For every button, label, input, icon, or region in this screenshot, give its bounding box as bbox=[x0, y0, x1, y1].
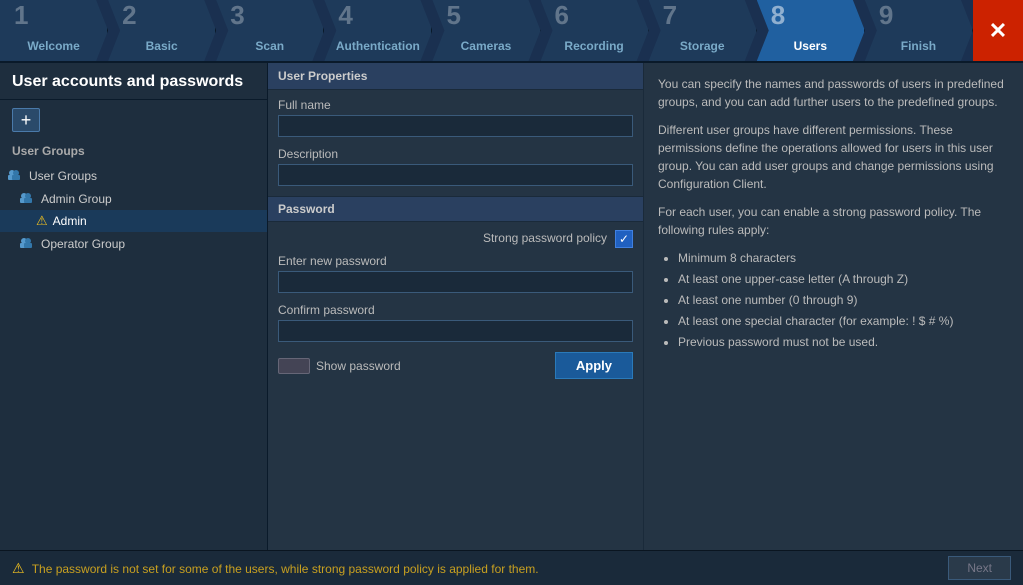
help-para2: Different user groups have different per… bbox=[658, 121, 1009, 193]
warning-icon: ⚠ bbox=[36, 213, 48, 229]
user-groups-label: User Groups bbox=[0, 140, 267, 162]
password-section-header: Password bbox=[268, 196, 643, 222]
step-welcome[interactable]: 1 Welcome bbox=[0, 0, 108, 61]
page-title: User accounts and passwords bbox=[0, 63, 267, 100]
step-number-6: 6 bbox=[555, 2, 569, 28]
step-number-4: 4 bbox=[338, 2, 352, 28]
confirm-password-label: Confirm password bbox=[278, 303, 633, 317]
help-rule-4: At least one special character (for exam… bbox=[678, 312, 1009, 330]
right-panel: You can specify the names and passwords … bbox=[643, 63, 1023, 550]
step-label-users: Users bbox=[794, 39, 827, 53]
help-para3: For each user, you can enable a strong p… bbox=[658, 203, 1009, 239]
step-users[interactable]: 8 Users bbox=[757, 0, 865, 61]
step-number-7: 7 bbox=[663, 2, 677, 28]
step-basic[interactable]: 2 Basic bbox=[108, 0, 216, 61]
user-properties-header: User Properties bbox=[268, 63, 643, 90]
tree-item-user-groups-root[interactable]: User Groups bbox=[0, 164, 267, 187]
enter-password-label: Enter new password bbox=[278, 254, 633, 268]
step-label-cameras: Cameras bbox=[461, 39, 512, 53]
step-number-3: 3 bbox=[230, 2, 244, 28]
step-label-recording: Recording bbox=[564, 39, 623, 53]
description-input[interactable] bbox=[278, 164, 633, 186]
bottom-bar: ⚠ The password is not set for some of th… bbox=[0, 550, 1023, 585]
show-password-row: Show password Apply bbox=[278, 352, 633, 379]
fullname-input[interactable] bbox=[278, 115, 633, 137]
step-finish[interactable]: 9 Finish bbox=[865, 0, 973, 61]
tree-item-admin-user[interactable]: ⚠ Admin bbox=[0, 210, 267, 232]
step-number-2: 2 bbox=[122, 2, 136, 28]
confirm-password-input[interactable] bbox=[278, 320, 633, 342]
apply-button[interactable]: Apply bbox=[555, 352, 633, 379]
enter-password-group: Enter new password bbox=[278, 254, 633, 293]
step-number-8: 8 bbox=[771, 2, 785, 28]
step-number-5: 5 bbox=[446, 2, 460, 28]
main-content: User accounts and passwords + User Group… bbox=[0, 63, 1023, 585]
help-rules-list: Minimum 8 characters At least one upper-… bbox=[658, 249, 1009, 351]
help-rule-3: At least one number (0 through 9) bbox=[678, 291, 1009, 309]
group-icon bbox=[8, 167, 24, 184]
add-user-button[interactable]: + bbox=[12, 108, 40, 132]
step-number-1: 1 bbox=[14, 2, 28, 28]
show-password-toggle[interactable] bbox=[278, 358, 310, 374]
step-recording[interactable]: 6 Recording bbox=[541, 0, 649, 61]
enter-password-input[interactable] bbox=[278, 271, 633, 293]
step-label-scan: Scan bbox=[255, 39, 284, 53]
step-authentication[interactable]: 4 Authentication bbox=[324, 0, 432, 61]
close-button[interactable]: ✕ bbox=[973, 0, 1023, 61]
strong-policy-label: Strong password policy bbox=[483, 231, 607, 245]
content-area: User accounts and passwords + User Group… bbox=[0, 63, 1023, 550]
group-icon bbox=[20, 190, 36, 207]
step-cameras[interactable]: 5 Cameras bbox=[432, 0, 540, 61]
tree-item-label: Admin bbox=[53, 214, 87, 228]
step-number-9: 9 bbox=[879, 2, 893, 28]
fullname-group: Full name bbox=[278, 98, 633, 137]
tree-item-operator-group[interactable]: Operator Group bbox=[0, 232, 267, 255]
props-body: Full name Description Password Strong pa… bbox=[268, 90, 643, 550]
step-scan[interactable]: 3 Scan bbox=[216, 0, 324, 61]
top-navigation: 1 Welcome 2 Basic 3 Scan 4 Authenticatio… bbox=[0, 0, 1023, 63]
tree-item-label: User Groups bbox=[29, 169, 97, 183]
user-tree: User Groups Admin Group bbox=[0, 162, 267, 550]
tree-item-label: Admin Group bbox=[41, 192, 112, 206]
warning-message: ⚠ The password is not set for some of th… bbox=[12, 560, 539, 577]
step-label-authentication: Authentication bbox=[336, 39, 420, 53]
warning-icon: ⚠ bbox=[12, 560, 25, 576]
step-label-storage: Storage bbox=[680, 39, 725, 53]
step-label-basic: Basic bbox=[146, 39, 178, 53]
step-label-welcome: Welcome bbox=[27, 39, 79, 53]
step-storage[interactable]: 7 Storage bbox=[649, 0, 757, 61]
description-label: Description bbox=[278, 147, 633, 161]
tree-item-admin-group[interactable]: Admin Group bbox=[0, 187, 267, 210]
help-rule-1: Minimum 8 characters bbox=[678, 249, 1009, 267]
help-rule-2: At least one upper-case letter (A throug… bbox=[678, 270, 1009, 288]
description-group: Description bbox=[278, 147, 633, 186]
left-panel: User accounts and passwords + User Group… bbox=[0, 63, 268, 550]
middle-panel: User Properties Full name Description Pa… bbox=[268, 63, 643, 550]
group-icon bbox=[20, 235, 36, 252]
strong-policy-checkbox[interactable]: ✓ bbox=[615, 230, 633, 248]
fullname-label: Full name bbox=[278, 98, 633, 112]
help-para1: You can specify the names and passwords … bbox=[658, 75, 1009, 111]
show-password-left: Show password bbox=[278, 358, 401, 374]
confirm-password-group: Confirm password bbox=[278, 303, 633, 342]
strong-policy-row: Strong password policy ✓ bbox=[278, 230, 633, 248]
step-label-finish: Finish bbox=[901, 39, 936, 53]
tree-item-label: Operator Group bbox=[41, 237, 125, 251]
show-password-label: Show password bbox=[316, 359, 401, 373]
next-button[interactable]: Next bbox=[948, 556, 1011, 580]
help-rule-5: Previous password must not be used. bbox=[678, 333, 1009, 351]
